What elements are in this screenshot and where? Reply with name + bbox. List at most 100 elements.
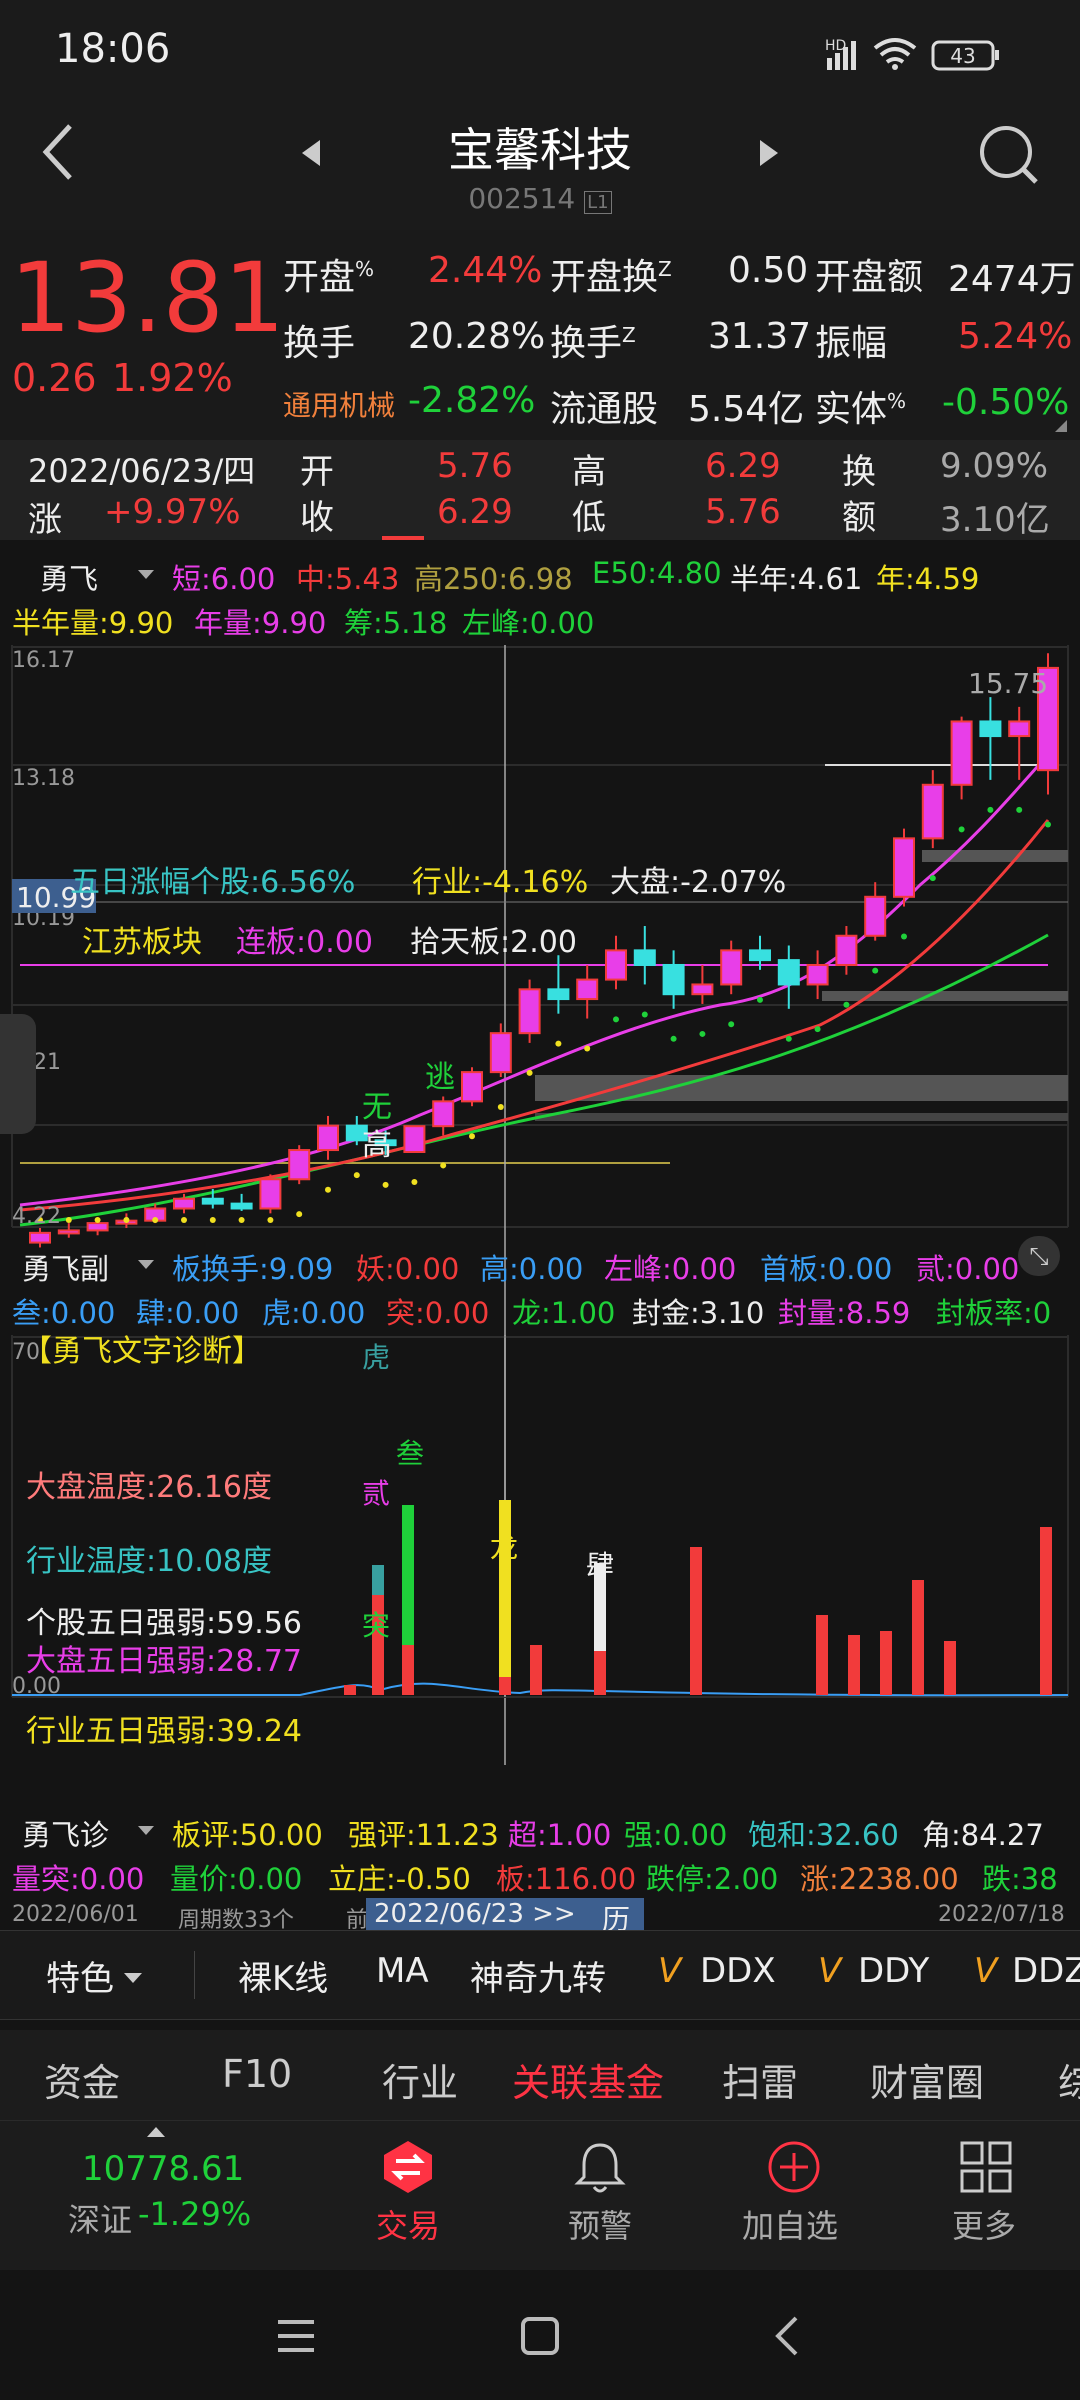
day-turn: 9.09% <box>940 446 1049 486</box>
system-nav <box>0 2270 1080 2400</box>
menu-icon[interactable] <box>276 2318 316 2354</box>
candle-body <box>864 895 887 937</box>
signal-high: 高 <box>362 1128 392 1163</box>
dropdown-icon[interactable] <box>138 1260 154 1269</box>
float-shares-label: 流通股 <box>550 389 659 430</box>
market-gain: 大盘:-2.07% <box>610 865 786 900</box>
side-handle[interactable] <box>0 1014 36 1134</box>
signal-dot <box>785 1035 792 1042</box>
signal-dot <box>411 1178 418 1185</box>
turnover-label: 换手 <box>283 323 356 364</box>
strength-score: 强评:11.23 <box>348 1818 499 1852</box>
signal-dot <box>267 1217 274 1223</box>
diag-bar <box>690 1547 702 1695</box>
breakout: 突:0.00 <box>386 1296 490 1330</box>
demon: 妖:0.00 <box>356 1252 460 1286</box>
day-high: 6.29 <box>705 446 781 486</box>
si: 肆:0.00 <box>136 1296 240 1330</box>
nav-alert[interactable]: 预警 <box>568 2201 632 2247</box>
day-low-label: 低 <box>572 498 606 538</box>
last-price: 13.81 <box>10 242 285 354</box>
tab-funds[interactable]: 资金 <box>44 2052 120 2107</box>
tab-overflow[interactable]: 综 <box>1058 2052 1080 2107</box>
amplitude-label: 振幅 <box>815 323 888 364</box>
body-pct: -0.50% <box>942 382 1070 423</box>
industry-5d-strength-label: 行业五日强弱:39.24 <box>26 1714 302 1749</box>
resistance-band <box>822 991 1068 1001</box>
trade-icon[interactable] <box>380 2139 436 2195</box>
tab-related-funds[interactable]: 关联基金 <box>512 2052 664 2107</box>
dropdown-icon[interactable] <box>124 1973 142 1983</box>
candle-body <box>489 1032 512 1074</box>
index-pct: -1.29% <box>138 2195 252 2233</box>
tab-wealth-circle[interactable]: 财富圈 <box>870 2052 984 2107</box>
tab-special[interactable]: 特色 <box>46 1951 114 2000</box>
main-indicator-name[interactable]: 勇飞 <box>40 556 98 598</box>
fullscreen-icon[interactable]: ⤡ <box>1018 1236 1060 1276</box>
signal-dot <box>641 1011 648 1018</box>
tab-f10[interactable]: F10 <box>222 2052 292 2096</box>
y-tick: 4.22 <box>12 1204 61 1229</box>
day-date: 2022/06/23/四 <box>28 452 256 490</box>
open-turnover-label: 开盘换Z <box>550 257 672 298</box>
tab-td9[interactable]: 神奇九转 <box>470 1951 606 2000</box>
day-close-label: 收 <box>300 498 334 538</box>
info-tabs: 资金 F10 行业 关联基金 扫雷 财富圈 综 <box>0 2030 1080 2120</box>
nav-trade[interactable]: 交易 <box>376 2201 440 2247</box>
tab-bare-kline[interactable]: 裸K线 <box>238 1951 328 2000</box>
half-year: 半年:4.61 <box>730 562 863 596</box>
diag-title: 【勇飞文字诊断】 <box>22 1335 262 1369</box>
nav-add-watchlist[interactable]: 加自选 <box>742 2201 838 2247</box>
home-icon[interactable] <box>520 2316 560 2356</box>
next-stock-icon[interactable] <box>756 138 780 168</box>
turnover: 20.28% <box>408 316 546 357</box>
board-turnover: 板换手:9.09 <box>172 1252 334 1286</box>
open-amount-label: 开盘额 <box>815 257 924 298</box>
candle-body <box>835 934 858 966</box>
search-icon[interactable] <box>978 124 1042 188</box>
diagnosis-chart[interactable]: 70 0.00 【勇飞文字诊断】 大盘温度:26.16度 行业温度:10.08度… <box>0 1335 1080 1725</box>
diag-bar <box>848 1635 860 1695</box>
diag-bar <box>594 1651 606 1695</box>
candle-body <box>893 837 915 898</box>
tab-industry[interactable]: 行业 <box>382 2052 458 2107</box>
turnover-z: 31.37 <box>708 316 812 357</box>
tab-ddz[interactable]: DDZ <box>1012 1951 1080 1991</box>
diag-bar <box>880 1631 892 1695</box>
dropdown-icon[interactable] <box>138 570 154 579</box>
candle-body <box>662 963 685 996</box>
limit-down: 跌停:2.00 <box>646 1862 779 1896</box>
stock-code-row: 002514 L1 <box>0 182 1080 215</box>
back-nav-icon[interactable] <box>772 2316 802 2356</box>
more-grid-icon[interactable] <box>958 2139 1014 2195</box>
signal-dot <box>843 1001 850 1008</box>
index-value[interactable]: 10778.61 <box>82 2149 244 2189</box>
candle-body <box>1008 720 1031 738</box>
tab-risk-scan[interactable]: 扫雷 <box>722 2052 798 2107</box>
candle-body <box>86 1222 109 1232</box>
tab-ddx[interactable]: DDX <box>700 1951 776 1991</box>
tab-ma[interactable]: MA <box>376 1951 429 1991</box>
diag-indicator-name[interactable]: 勇飞诊 <box>22 1812 109 1854</box>
left-peak: 左峰:0.00 <box>462 606 595 640</box>
industry-name[interactable]: 通用机械 <box>283 384 395 424</box>
add-watchlist-icon[interactable] <box>766 2139 822 2195</box>
day-low: 5.76 <box>705 492 781 532</box>
ma-mid: 中:5.43 <box>296 562 400 596</box>
signal-dot <box>901 933 907 940</box>
bell-icon[interactable] <box>574 2139 626 2195</box>
ma-short: 短:6.00 <box>172 562 276 596</box>
tab-ddy[interactable]: DDY <box>858 1951 929 1991</box>
expand-icon[interactable] <box>1055 420 1067 432</box>
price-change: 0.26 <box>12 356 97 400</box>
nav-more[interactable]: 更多 <box>952 2201 1016 2247</box>
amplitude: 5.24% <box>958 316 1073 357</box>
industry-pct: -2.82% <box>408 380 536 421</box>
sub-indicator-name[interactable]: 勇飞副 <box>22 1246 109 1288</box>
signal-dot <box>670 1035 677 1042</box>
dropdown-icon[interactable] <box>138 1826 154 1835</box>
body-label: 实体% <box>815 389 907 430</box>
seal-amount: 封金:3.10 <box>632 1296 765 1330</box>
signal-dot <box>325 1186 331 1193</box>
sub-left-peak: 左峰:0.00 <box>604 1252 737 1286</box>
